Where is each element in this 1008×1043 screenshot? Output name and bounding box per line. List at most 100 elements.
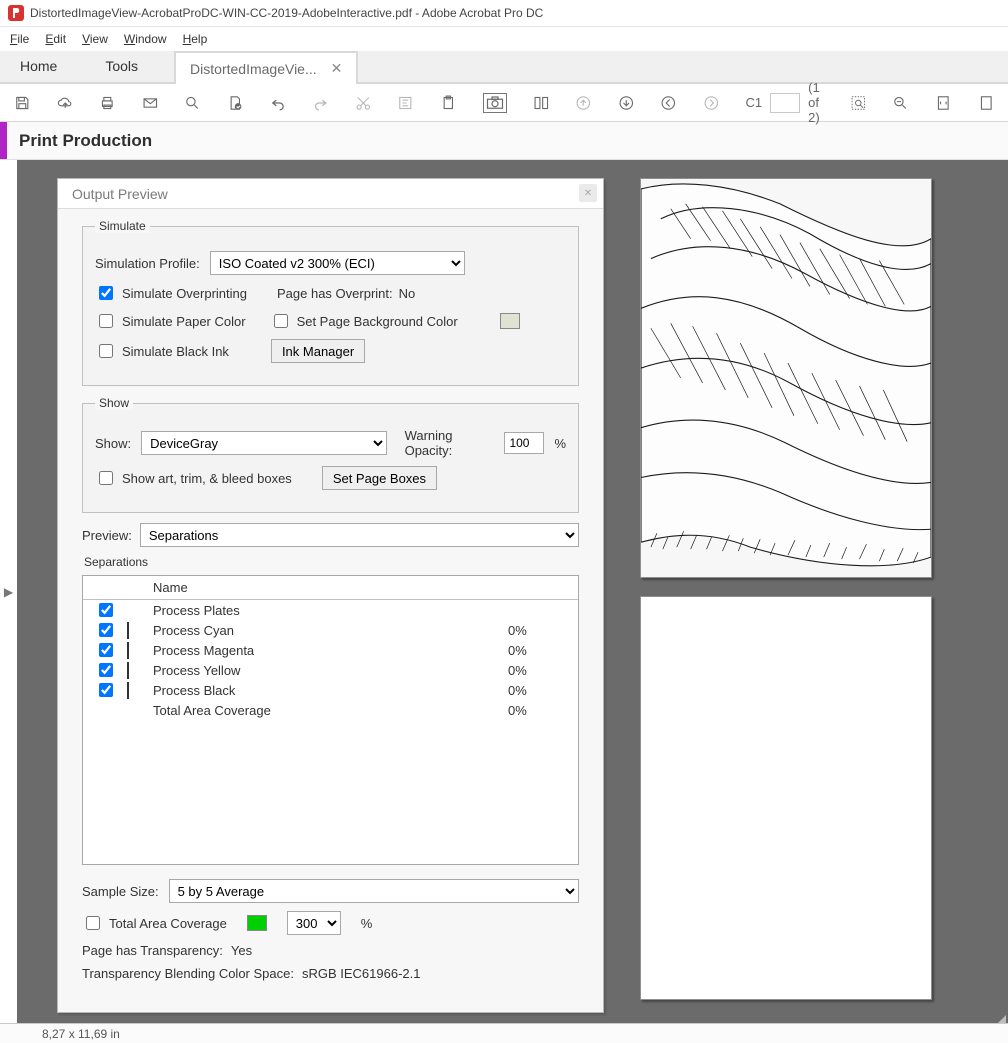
menu-view[interactable]: View (82, 32, 108, 46)
page-thumbnail-2[interactable] (640, 596, 932, 1000)
sep-row-checkbox[interactable] (99, 623, 113, 637)
content-area: ▶ Output Preview ✕ Simulate Simulation P… (0, 160, 1008, 1023)
color-swatch (127, 662, 129, 679)
color-swatch (127, 682, 129, 699)
color-swatch (127, 622, 129, 639)
undo-icon[interactable] (270, 92, 287, 114)
page-previews (640, 178, 932, 1013)
warning-opacity-input[interactable] (504, 432, 544, 454)
window-title: DistortedImageView-AcrobatProDC-WIN-CC-2… (30, 6, 543, 20)
zoom-out-icon[interactable] (892, 92, 909, 114)
menu-file[interactable]: File (10, 32, 29, 46)
left-gutter[interactable]: ▶ (0, 160, 17, 1023)
mail-icon[interactable] (142, 92, 159, 114)
show-art-trim-checkbox[interactable]: Show art, trim, & bleed boxes (95, 468, 292, 488)
sim-black-ink-checkbox[interactable]: Simulate Black Ink (95, 341, 229, 361)
clipboard-icon[interactable] (440, 92, 457, 114)
fit-width-icon[interactable] (978, 92, 995, 114)
show-legend: Show (95, 396, 133, 410)
simulate-group: Simulate Simulation Profile: ISO Coated … (82, 219, 579, 386)
sample-size-label: Sample Size: (82, 884, 159, 899)
tac-color-swatch[interactable] (247, 915, 267, 931)
separation-row[interactable]: Total Area Coverage0% (83, 700, 578, 720)
separation-row[interactable]: Process Yellow0% (83, 660, 578, 680)
sim-overprinting-checkbox[interactable]: Simulate Overprinting (95, 283, 247, 303)
marquee-zoom-icon[interactable] (850, 92, 867, 114)
sep-row-name: Process Black (153, 683, 508, 698)
page-thumbnail-1[interactable] (640, 178, 932, 578)
set-page-bg-checkbox[interactable]: Set Page Background Color (270, 311, 458, 331)
warning-opacity-pct: % (554, 436, 566, 451)
preview-select[interactable]: Separations (140, 523, 579, 547)
print-icon[interactable] (99, 92, 116, 114)
tab-tools[interactable]: Tools (93, 49, 150, 82)
close-icon[interactable]: ✕ (331, 60, 343, 77)
sep-row-checkbox[interactable] (99, 603, 113, 617)
bg-color-swatch[interactable] (500, 313, 520, 329)
sep-row-name: Total Area Coverage (153, 703, 508, 718)
show-select[interactable]: DeviceGray (141, 431, 386, 455)
ink-manager-button[interactable]: Ink Manager (271, 339, 365, 363)
menu-window[interactable]: Window (124, 32, 167, 46)
sep-row-name: Process Yellow (153, 663, 508, 678)
fit-page-icon[interactable] (935, 92, 952, 114)
menu-bar: File Edit View Window Help (0, 27, 1008, 51)
menu-help[interactable]: Help (183, 32, 208, 46)
app-icon (8, 5, 24, 21)
tab-home[interactable]: Home (8, 49, 69, 82)
dialog-resizer[interactable] (994, 1011, 1006, 1023)
forward-arrow-icon[interactable] (703, 92, 720, 114)
simulate-legend: Simulate (95, 219, 150, 233)
tab-bar: Home Tools DistortedImageVie... ✕ (0, 51, 1008, 84)
sim-paper-color-checkbox[interactable]: Simulate Paper Color (95, 311, 246, 331)
set-page-boxes-button[interactable]: Set Page Boxes (322, 466, 437, 490)
color-swatch (127, 642, 129, 659)
sep-row-pct: 0% (508, 623, 578, 638)
page-input[interactable] (770, 93, 800, 113)
panel-header: Print Production (0, 122, 1008, 160)
page-indicator: C1 (1 of 2) (746, 80, 824, 125)
separations-header: Name (83, 576, 578, 600)
cloud-icon[interactable] (57, 92, 74, 114)
separations-group: Separations Name Process PlatesProcess C… (82, 553, 579, 865)
sep-row-name: Process Magenta (153, 643, 508, 658)
up-arrow-icon[interactable] (575, 92, 592, 114)
toolbar: C1 (1 of 2) (0, 84, 1008, 122)
show-label: Show: (95, 436, 131, 451)
page-check-icon[interactable] (227, 92, 244, 114)
dialog-titlebar[interactable]: Output Preview ✕ (58, 179, 603, 209)
sep-row-checkbox[interactable] (99, 663, 113, 677)
warning-opacity-label: Warning Opacity: (405, 428, 495, 458)
title-bar: DistortedImageView-AcrobatProDC-WIN-CC-2… (0, 0, 1008, 27)
status-bar: 8,27 x 11,69 in (0, 1023, 1008, 1043)
sep-row-pct: 0% (508, 663, 578, 678)
blend-cs-label: Transparency Blending Color Space: (82, 966, 294, 981)
status-dimensions: 8,27 x 11,69 in (42, 1027, 120, 1041)
menu-edit[interactable]: Edit (45, 32, 66, 46)
two-page-icon[interactable] (533, 92, 550, 114)
sample-size-select[interactable]: 5 by 5 Average (169, 879, 579, 903)
separation-row[interactable]: Process Black0% (83, 680, 578, 700)
panel-accent (0, 122, 7, 159)
redo-icon[interactable] (312, 92, 329, 114)
sep-row-checkbox[interactable] (99, 683, 113, 697)
snapshot-icon[interactable] (483, 93, 507, 113)
back-arrow-icon[interactable] (660, 92, 677, 114)
tab-file[interactable]: DistortedImageVie... ✕ (174, 51, 358, 84)
tac-value-input[interactable]: 300 (287, 911, 341, 935)
sim-profile-select[interactable]: ISO Coated v2 300% (ECI) (210, 251, 465, 275)
separation-row[interactable]: Process Cyan0% (83, 620, 578, 640)
tac-checkbox[interactable]: Total Area Coverage (82, 913, 227, 933)
output-preview-dialog: Output Preview ✕ Simulate Simulation Pro… (57, 178, 604, 1013)
dialog-close-button[interactable]: ✕ (579, 184, 597, 202)
tab-file-label: DistortedImageVie... (190, 61, 317, 77)
separation-row[interactable]: Process Magenta0% (83, 640, 578, 660)
preview-label: Preview: (82, 528, 132, 543)
down-arrow-icon[interactable] (618, 92, 635, 114)
search-icon[interactable] (184, 92, 201, 114)
cut-icon[interactable] (355, 92, 372, 114)
save-icon[interactable] (14, 92, 31, 114)
sep-row-checkbox[interactable] (99, 643, 113, 657)
text-edit-icon[interactable] (397, 92, 414, 114)
separation-row[interactable]: Process Plates (83, 600, 578, 620)
